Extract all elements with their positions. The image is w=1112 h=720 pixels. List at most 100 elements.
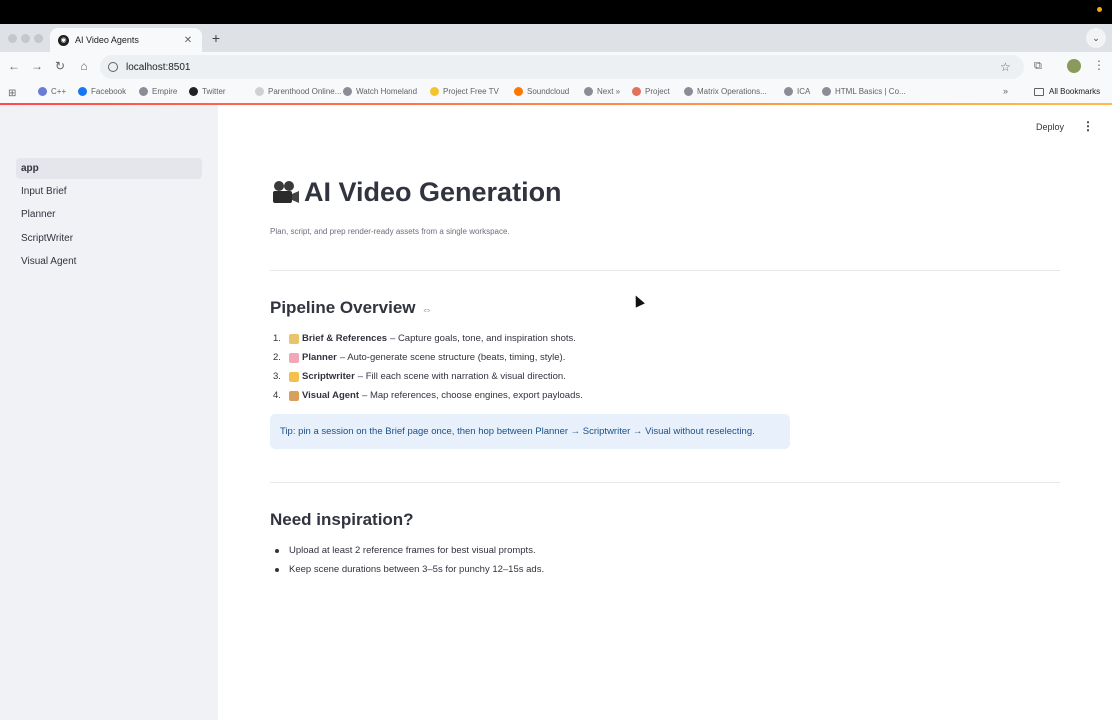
tab-search-chevron-icon[interactable]: ⌄ <box>1086 28 1106 48</box>
window-minimize-control[interactable] <box>21 34 30 43</box>
step-description: – Auto-generate scene structure (beats, … <box>339 352 566 363</box>
bookmark-label: Matrix Operations... <box>697 87 767 96</box>
pipeline-heading: Pipeline Overview ⇔ <box>270 298 433 318</box>
reload-icon[interactable]: ↻ <box>52 59 68 73</box>
bookmark-label: Facebook <box>91 87 127 96</box>
list-number: 1. <box>273 333 281 344</box>
bookmark-item[interactable]: Project Free TV <box>430 87 499 96</box>
list-number: 3. <box>273 371 281 382</box>
bookmark-item[interactable]: Soundcloud <box>514 87 569 96</box>
tab-title: AI Video Agents <box>75 35 139 45</box>
bookmark-item[interactable]: Watch Homeland <box>343 87 417 96</box>
bookmark-star-icon[interactable]: ☆ <box>1000 60 1011 74</box>
step-title: Scriptwriter <box>302 371 355 382</box>
tip-item-text: Keep scene durations between 3–5s for pu… <box>289 564 545 575</box>
bookmark-favicon-icon <box>514 87 523 96</box>
pipeline-heading-text: Pipeline Overview <box>270 298 416 317</box>
bookmark-item[interactable]: Twitter <box>189 87 226 96</box>
step-description: – Capture goals, tone, and inspiration s… <box>390 333 576 344</box>
extensions-puzzle-icon[interactable]: ⧉ <box>1034 60 1042 73</box>
bookmark-item[interactable]: Parenthood Online... <box>255 87 341 96</box>
bookmark-item[interactable]: ICA <box>784 87 810 96</box>
bookmark-favicon-icon <box>430 87 439 96</box>
step-description: – Map references, choose engines, export… <box>362 390 583 401</box>
tip-item-text: Upload at least 2 reference frames for b… <box>289 545 536 556</box>
bookmarks-overflow-icon[interactable]: » <box>1003 86 1008 96</box>
inspiration-heading: Need inspiration? <box>270 510 414 529</box>
sidebar-item-scriptwriter[interactable]: ScriptWriter <box>16 228 202 249</box>
bookmark-favicon-icon <box>584 87 593 96</box>
tab-close-icon[interactable]: ✕ <box>182 35 194 46</box>
list-item: 3. Scriptwriter – Fill each scene with n… <box>273 371 566 382</box>
bookmark-favicon-icon <box>784 87 793 96</box>
page-title-text: AI Video Generation <box>304 177 562 207</box>
main-menu-icon[interactable]: ⋮ <box>1082 119 1094 133</box>
sidebar-item-visual-agent[interactable]: Visual Agent <box>16 251 202 272</box>
bookmark-item[interactable]: Matrix Operations... <box>684 87 767 96</box>
bookmark-favicon-icon <box>78 87 87 96</box>
step-title: Brief & References <box>302 333 388 344</box>
streamlit-app: app Input Brief Planner ScriptWriter Vis… <box>0 105 1112 720</box>
palette-icon <box>289 390 299 401</box>
mouse-cursor-icon <box>631 293 645 308</box>
info-tip-box: Tip: pin a session on the Brief page onc… <box>270 414 790 449</box>
new-tab-button[interactable]: + <box>208 30 224 46</box>
bookmark-item[interactable]: HTML Basics | Co... <box>822 87 906 96</box>
streamlit-favicon-icon: ◉ <box>58 34 69 46</box>
sidebar-item-input-brief[interactable]: Input Brief <box>16 181 202 202</box>
bookmark-favicon-icon <box>343 87 352 96</box>
window-close-control[interactable] <box>8 34 17 43</box>
back-arrow-icon[interactable]: ← <box>6 59 22 73</box>
bookmark-label: HTML Basics | Co... <box>835 87 906 96</box>
bookmark-label: C++ <box>51 87 67 96</box>
page-subtitle: Plan, script, and prep render-ready asse… <box>270 227 510 236</box>
bookmark-favicon-icon <box>139 87 148 96</box>
sidebar-item-app[interactable]: app <box>16 158 202 179</box>
bookmark-item[interactable]: Project <box>632 87 670 96</box>
site-info-icon[interactable] <box>108 62 118 72</box>
deploy-button[interactable]: Deploy <box>1036 122 1064 132</box>
sidebar-item-label: app <box>21 163 39 174</box>
list-item: Upload at least 2 reference frames for b… <box>275 545 536 556</box>
window-zoom-control[interactable] <box>34 34 43 43</box>
brain-icon <box>289 352 299 363</box>
browser-tab[interactable]: ◉ AI Video Agents ✕ <box>50 28 202 52</box>
bookmarks-bar: ⊞ » All Bookmarks C++ Facebook Empire Twitt… <box>0 82 1112 104</box>
folder-icon <box>1034 87 1044 96</box>
all-bookmarks-button[interactable]: All Bookmarks <box>1034 87 1100 96</box>
bullet-icon <box>275 567 279 572</box>
memo-icon <box>289 333 299 344</box>
forward-arrow-icon[interactable]: → <box>29 59 45 73</box>
bookmark-item[interactable]: Facebook <box>78 87 126 96</box>
apps-grid-icon[interactable]: ⊞ <box>8 88 16 99</box>
sidebar-item-label: Visual Agent <box>21 256 77 267</box>
bookmark-favicon-icon <box>189 87 198 96</box>
bookmark-item[interactable]: Empire <box>139 87 177 96</box>
sidebar: app Input Brief Planner ScriptWriter Vis… <box>0 105 218 720</box>
bookmark-favicon-icon <box>632 87 641 96</box>
list-item: 2. Planner – Auto-generate scene structu… <box>273 352 565 363</box>
tip-text: Tip: pin a session on the Brief page onc… <box>280 426 755 437</box>
divider <box>270 482 1060 483</box>
os-menu-strip <box>0 0 1112 24</box>
divider <box>270 270 1060 271</box>
bookmark-favicon-icon <box>38 87 47 96</box>
bookmark-favicon-icon <box>684 87 693 96</box>
list-item: 1. Brief & References – Capture goals, t… <box>273 333 576 344</box>
bookmark-item[interactable]: Next » <box>584 87 620 96</box>
sidebar-item-label: Input Brief <box>21 186 67 197</box>
browser-chrome: ◉ AI Video Agents ✕ + ⌄ ← → ↻ ⌂ localhos… <box>0 24 1112 104</box>
bookmark-item[interactable]: C++ <box>38 87 66 96</box>
address-bar[interactable]: localhost:8501 <box>100 55 1024 79</box>
bookmark-favicon-icon <box>822 87 831 96</box>
anchor-link-icon[interactable]: ⇔ <box>422 304 433 316</box>
step-title: Visual Agent <box>302 390 360 401</box>
step-title: Planner <box>302 352 337 363</box>
browser-menu-icon[interactable]: ⋮ <box>1093 58 1105 72</box>
bookmark-label: Soundcloud <box>527 87 570 96</box>
step-description: – Fill each scene with narration & visua… <box>357 371 566 382</box>
list-number: 2. <box>273 352 281 363</box>
sidebar-item-planner[interactable]: Planner <box>16 204 202 225</box>
home-icon[interactable]: ⌂ <box>76 59 92 73</box>
profile-avatar[interactable] <box>1067 59 1081 73</box>
